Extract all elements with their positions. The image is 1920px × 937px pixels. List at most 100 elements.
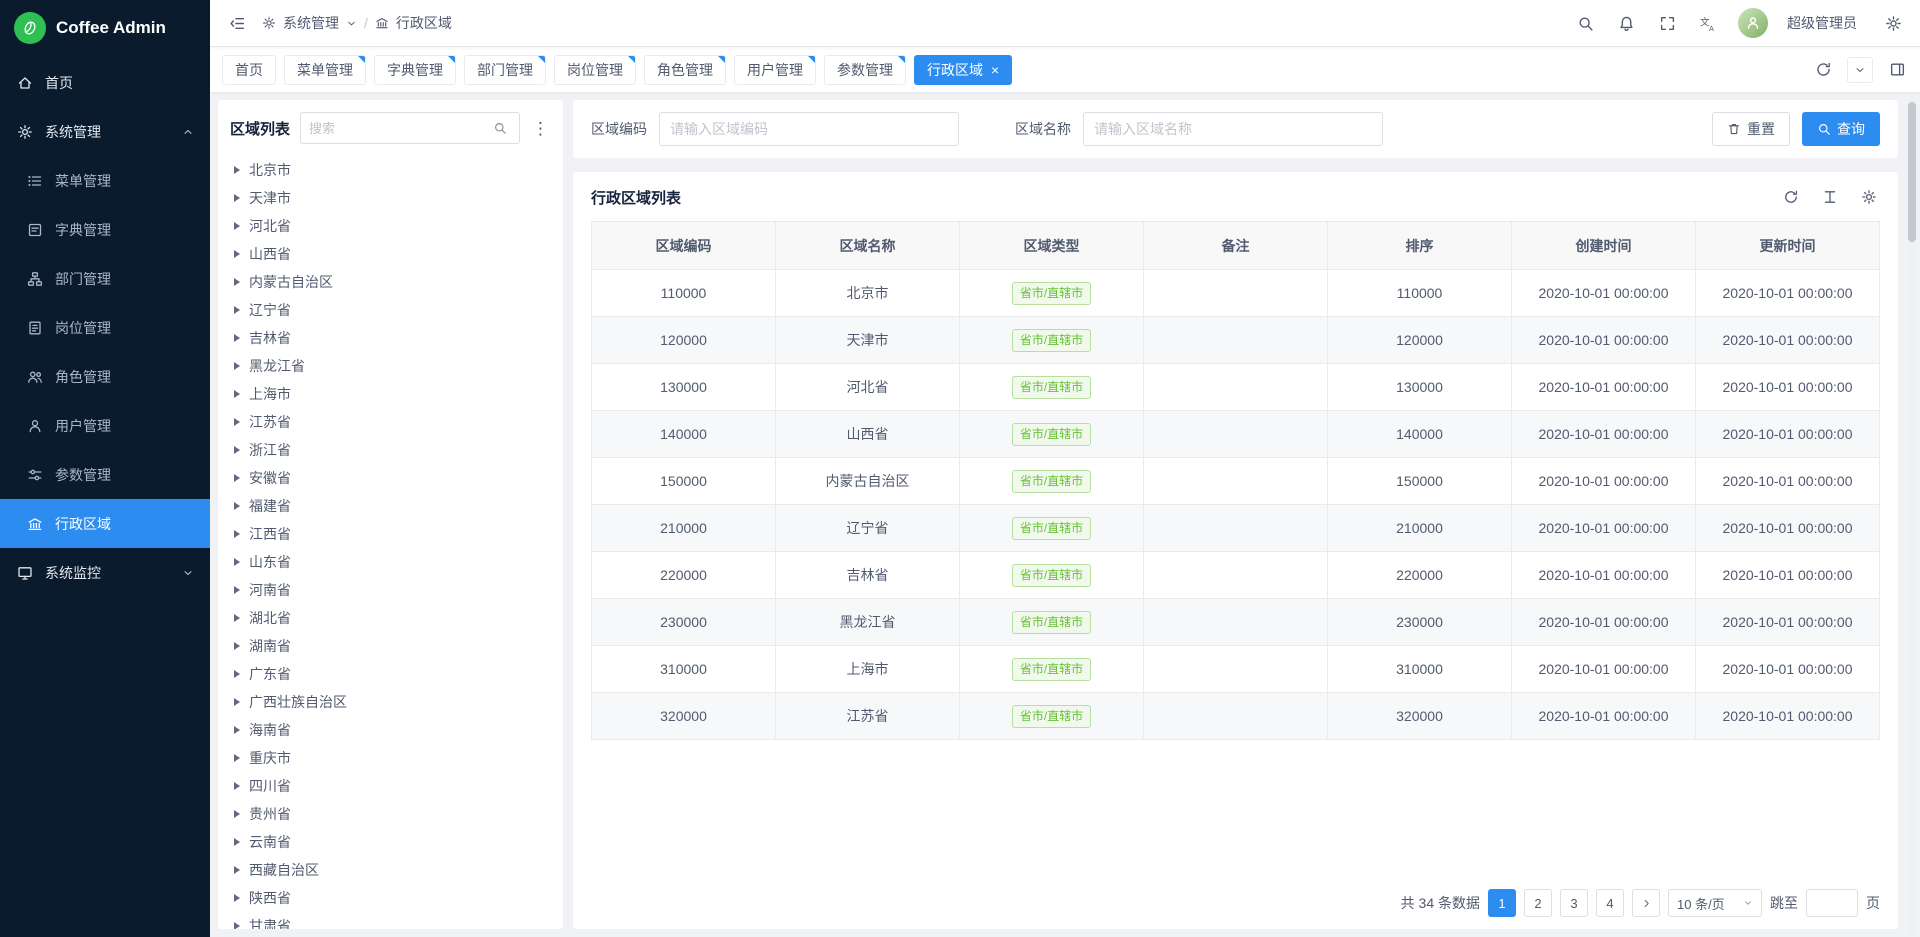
tree-item[interactable]: 天津市 bbox=[230, 184, 551, 212]
tree-search-input[interactable] bbox=[309, 121, 483, 136]
sidebar-item-dict-management[interactable]: 字典管理 bbox=[0, 205, 210, 254]
table-header-row: 区域编码区域名称区域类型备注排序创建时间更新时间 bbox=[592, 222, 1880, 270]
tree-item[interactable]: 湖北省 bbox=[230, 604, 551, 632]
tree-item[interactable]: 吉林省 bbox=[230, 324, 551, 352]
sidebar-item-param-management[interactable]: 参数管理 bbox=[0, 450, 210, 499]
table-row[interactable]: 230000黑龙江省省市/直辖市2300002020-10-01 00:00:0… bbox=[592, 599, 1880, 646]
region-code-label: 区域编码 bbox=[591, 119, 647, 139]
search-button[interactable]: 查询 bbox=[1802, 112, 1880, 146]
reset-button[interactable]: 重置 bbox=[1712, 112, 1790, 146]
tab-dict-management[interactable]: 字典管理 bbox=[374, 55, 456, 85]
user-avatar[interactable] bbox=[1738, 8, 1768, 38]
tree-item[interactable]: 辽宁省 bbox=[230, 296, 551, 324]
page-button-1[interactable]: 1 bbox=[1488, 889, 1516, 917]
sidebar-item-system-monitor[interactable]: 系统监控 bbox=[0, 548, 210, 597]
tree-item-label: 甘肃省 bbox=[249, 916, 291, 929]
row-height-icon[interactable] bbox=[1819, 186, 1841, 208]
settings-gear-icon[interactable] bbox=[1882, 12, 1904, 34]
search-button-label: 查询 bbox=[1837, 119, 1865, 139]
tree-item[interactable]: 广西壮族自治区 bbox=[230, 688, 551, 716]
translate-icon[interactable]: 文A bbox=[1697, 12, 1719, 34]
search-icon[interactable] bbox=[489, 117, 511, 139]
tree-item[interactable]: 河南省 bbox=[230, 576, 551, 604]
fullscreen-icon[interactable] bbox=[1656, 12, 1678, 34]
tree-item[interactable]: 江西省 bbox=[230, 520, 551, 548]
tree-item[interactable]: 重庆市 bbox=[230, 744, 551, 772]
role-icon bbox=[26, 368, 44, 386]
tab-options-dropdown[interactable] bbox=[1847, 57, 1873, 83]
page-button-4[interactable]: 4 bbox=[1596, 889, 1624, 917]
tree-item[interactable]: 河北省 bbox=[230, 212, 551, 240]
table-cell: 内蒙古自治区 bbox=[776, 458, 960, 505]
column-settings-gear-icon[interactable] bbox=[1858, 186, 1880, 208]
refresh-icon[interactable] bbox=[1780, 186, 1802, 208]
filter-card: 区域编码 区域名称 重置 查询 bbox=[573, 100, 1898, 158]
sidebar-item-system-management[interactable]: 系统管理 bbox=[0, 107, 210, 156]
tree-item[interactable]: 西藏自治区 bbox=[230, 856, 551, 884]
sidebar-item-user-management[interactable]: 用户管理 bbox=[0, 401, 210, 450]
tree-item[interactable]: 安徽省 bbox=[230, 464, 551, 492]
tree-item[interactable]: 海南省 bbox=[230, 716, 551, 744]
sidebar-item-post-management[interactable]: 岗位管理 bbox=[0, 303, 210, 352]
page-scrollbar[interactable] bbox=[1908, 94, 1916, 935]
table-row[interactable]: 120000天津市省市/直辖市1200002020-10-01 00:00:00… bbox=[592, 317, 1880, 364]
tree-item[interactable]: 黑龙江省 bbox=[230, 352, 551, 380]
notification-bell-icon[interactable] bbox=[1615, 12, 1637, 34]
tree-item[interactable]: 湖南省 bbox=[230, 632, 551, 660]
next-page-button[interactable] bbox=[1632, 889, 1660, 917]
more-options-icon[interactable]: ⋮ bbox=[530, 120, 551, 137]
tree-item[interactable]: 江苏省 bbox=[230, 408, 551, 436]
tree-item[interactable]: 福建省 bbox=[230, 492, 551, 520]
table-row[interactable]: 130000河北省省市/直辖市1300002020-10-01 00:00:00… bbox=[592, 364, 1880, 411]
table-row[interactable]: 310000上海市省市/直辖市3100002020-10-01 00:00:00… bbox=[592, 646, 1880, 693]
tree-item[interactable]: 北京市 bbox=[230, 156, 551, 184]
region-name-input[interactable] bbox=[1083, 112, 1383, 146]
tree-item[interactable]: 山西省 bbox=[230, 240, 551, 268]
tree-item[interactable]: 贵州省 bbox=[230, 800, 551, 828]
tab-user-management[interactable]: 用户管理 bbox=[734, 55, 816, 85]
sidebar-item-dept-management[interactable]: 部门管理 bbox=[0, 254, 210, 303]
table-row[interactable]: 110000北京市省市/直辖市1100002020-10-01 00:00:00… bbox=[592, 270, 1880, 317]
tree-item[interactable]: 陕西省 bbox=[230, 884, 551, 912]
table-row[interactable]: 220000吉林省省市/直辖市2200002020-10-01 00:00:00… bbox=[592, 552, 1880, 599]
search-icon[interactable] bbox=[1574, 12, 1596, 34]
sidebar-item-menu-management[interactable]: 菜单管理 bbox=[0, 156, 210, 205]
close-icon[interactable]: × bbox=[991, 63, 999, 77]
tab-role-management[interactable]: 角色管理 bbox=[644, 55, 726, 85]
tree-item[interactable]: 上海市 bbox=[230, 380, 551, 408]
tree-item[interactable]: 四川省 bbox=[230, 772, 551, 800]
tree-item[interactable]: 浙江省 bbox=[230, 436, 551, 464]
layout-panel-icon[interactable] bbox=[1886, 59, 1908, 81]
tree-item[interactable]: 云南省 bbox=[230, 828, 551, 856]
sidebar-item-home[interactable]: 首页 bbox=[0, 58, 210, 107]
tab-param-management[interactable]: 参数管理 bbox=[824, 55, 906, 85]
table-row[interactable]: 140000山西省省市/直辖市1400002020-10-01 00:00:00… bbox=[592, 411, 1880, 458]
table-row[interactable]: 150000内蒙古自治区省市/直辖市1500002020-10-01 00:00… bbox=[592, 458, 1880, 505]
chevron-down-icon[interactable] bbox=[346, 18, 357, 29]
page-size-select[interactable]: 10 条/页 bbox=[1668, 889, 1762, 917]
page-button-2[interactable]: 2 bbox=[1524, 889, 1552, 917]
tab-admin-region[interactable]: 行政区域× bbox=[914, 55, 1012, 85]
region-code-input[interactable] bbox=[659, 112, 959, 146]
sidebar-item-admin-region[interactable]: 行政区域 bbox=[0, 499, 210, 548]
filter-group-name: 区域名称 bbox=[1015, 112, 1383, 146]
tab-menu-management[interactable]: 菜单管理 bbox=[284, 55, 366, 85]
tree-item[interactable]: 山东省 bbox=[230, 548, 551, 576]
sidebar-item-role-management[interactable]: 角色管理 bbox=[0, 352, 210, 401]
tree-item[interactable]: 广东省 bbox=[230, 660, 551, 688]
menu-fold-icon[interactable] bbox=[226, 12, 248, 34]
table-row[interactable]: 320000江苏省省市/直辖市3200002020-10-01 00:00:00… bbox=[592, 693, 1880, 740]
page-button-3[interactable]: 3 bbox=[1560, 889, 1588, 917]
tab-dept-management[interactable]: 部门管理 bbox=[464, 55, 546, 85]
tab-home[interactable]: 首页 bbox=[222, 55, 276, 85]
table-row[interactable]: 210000辽宁省省市/直辖市2100002020-10-01 00:00:00… bbox=[592, 505, 1880, 552]
user-name[interactable]: 超级管理员 bbox=[1787, 13, 1857, 33]
tab-post-management[interactable]: 岗位管理 bbox=[554, 55, 636, 85]
breadcrumb-item-first[interactable]: 系统管理 bbox=[283, 13, 339, 33]
tree-item[interactable]: 甘肃省 bbox=[230, 912, 551, 929]
jump-page-input[interactable] bbox=[1806, 889, 1858, 917]
scrollbar-thumb[interactable] bbox=[1908, 102, 1916, 242]
tabbar-actions bbox=[1812, 57, 1908, 83]
refresh-icon[interactable] bbox=[1812, 59, 1834, 81]
tree-item[interactable]: 内蒙古自治区 bbox=[230, 268, 551, 296]
